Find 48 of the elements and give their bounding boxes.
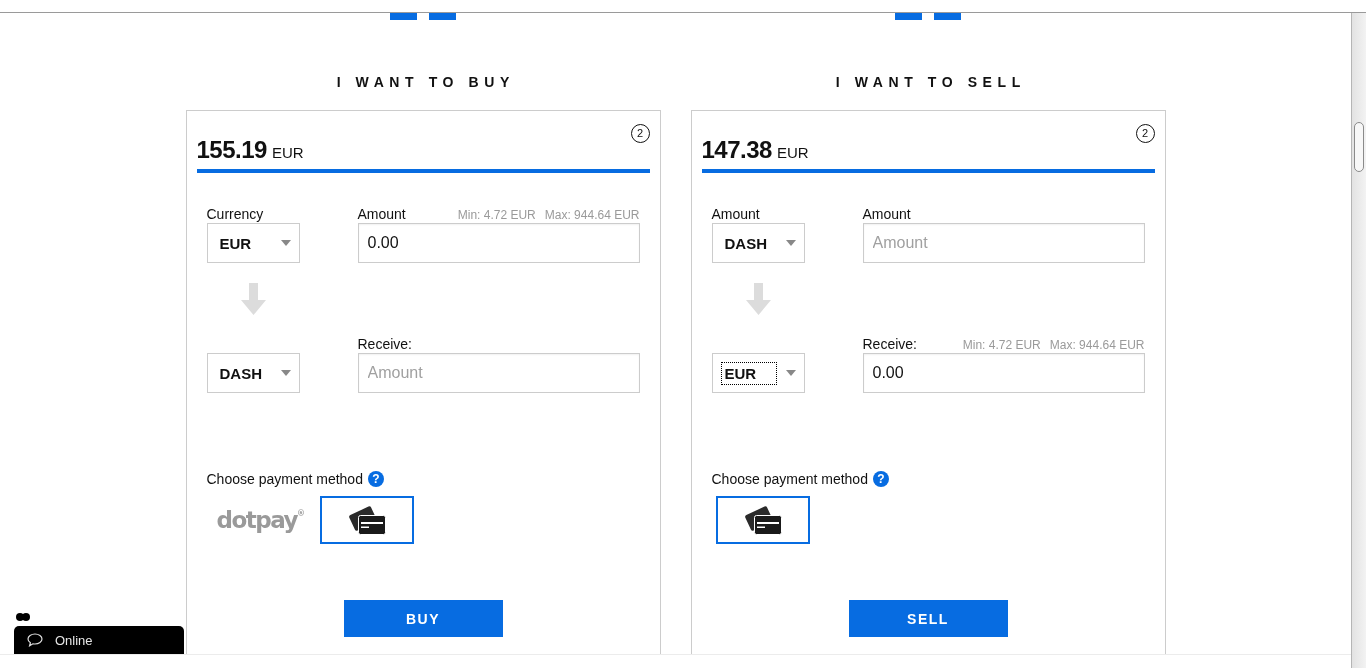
receive-field[interactable]: 0.00 (862, 353, 1145, 393)
price-currency: EUR (776, 143, 809, 163)
caret-icon (785, 370, 796, 376)
section-heading: I WANT TO BUY (335, 74, 515, 90)
cards-icon (743, 505, 782, 535)
arrow-down-icon (745, 283, 771, 315)
currency-select[interactable]: DASH (711, 223, 805, 263)
section-heading: I WANT TO SELL (834, 74, 1026, 90)
chat-button[interactable]: Online (14, 626, 184, 654)
step-marker (934, 13, 961, 20)
amount-field[interactable]: Amount (862, 223, 1145, 263)
price-value: 147.38 (701, 136, 772, 164)
payment-option[interactable] (320, 496, 415, 544)
currency-select[interactable]: DASH (206, 353, 300, 393)
step-marker (429, 13, 456, 20)
field-label: Amount (357, 206, 406, 222)
arrow-down-icon (240, 283, 266, 315)
payment-method-label: Choose payment method (711, 471, 868, 487)
help-icon[interactable]: ? (367, 471, 384, 487)
field-label: Currency (206, 206, 264, 222)
amount-field[interactable]: 0.00 (357, 223, 640, 263)
caret-icon (280, 370, 291, 376)
field-label: Amount (711, 206, 760, 222)
currency-select[interactable]: EUR (711, 353, 805, 393)
submit-button[interactable]: BUY (343, 600, 503, 637)
limit-text: Max: 944.64 EUR (544, 207, 640, 223)
caret-icon (785, 240, 796, 246)
receive-field[interactable]: Amount (357, 353, 640, 393)
caret-icon (280, 240, 291, 246)
step-marker (390, 13, 417, 20)
limit-text: Min: 4.72 EUR (457, 207, 536, 223)
dots-icon (16, 613, 30, 621)
field-label: Amount (862, 206, 911, 222)
payment-option[interactable] (715, 496, 810, 544)
submit-button[interactable]: SELL (848, 600, 1008, 637)
price-value: 155.19 (196, 136, 267, 164)
limit-text: Max: 944.64 EUR (1049, 337, 1145, 353)
field-label: Receive: (862, 336, 917, 352)
price-currency: EUR (271, 143, 304, 163)
currency-select[interactable]: EUR (206, 223, 300, 263)
help-icon[interactable]: ? (872, 471, 889, 487)
cards-icon (348, 505, 387, 535)
scrollbar-thumb[interactable] (1354, 122, 1364, 172)
limit-text: Min: 4.72 EUR (962, 337, 1041, 353)
chat-bubble-icon (27, 633, 43, 647)
payment-method-label: Choose payment method (206, 471, 363, 487)
field-label: Receive: (357, 336, 412, 352)
step-marker (895, 13, 922, 20)
